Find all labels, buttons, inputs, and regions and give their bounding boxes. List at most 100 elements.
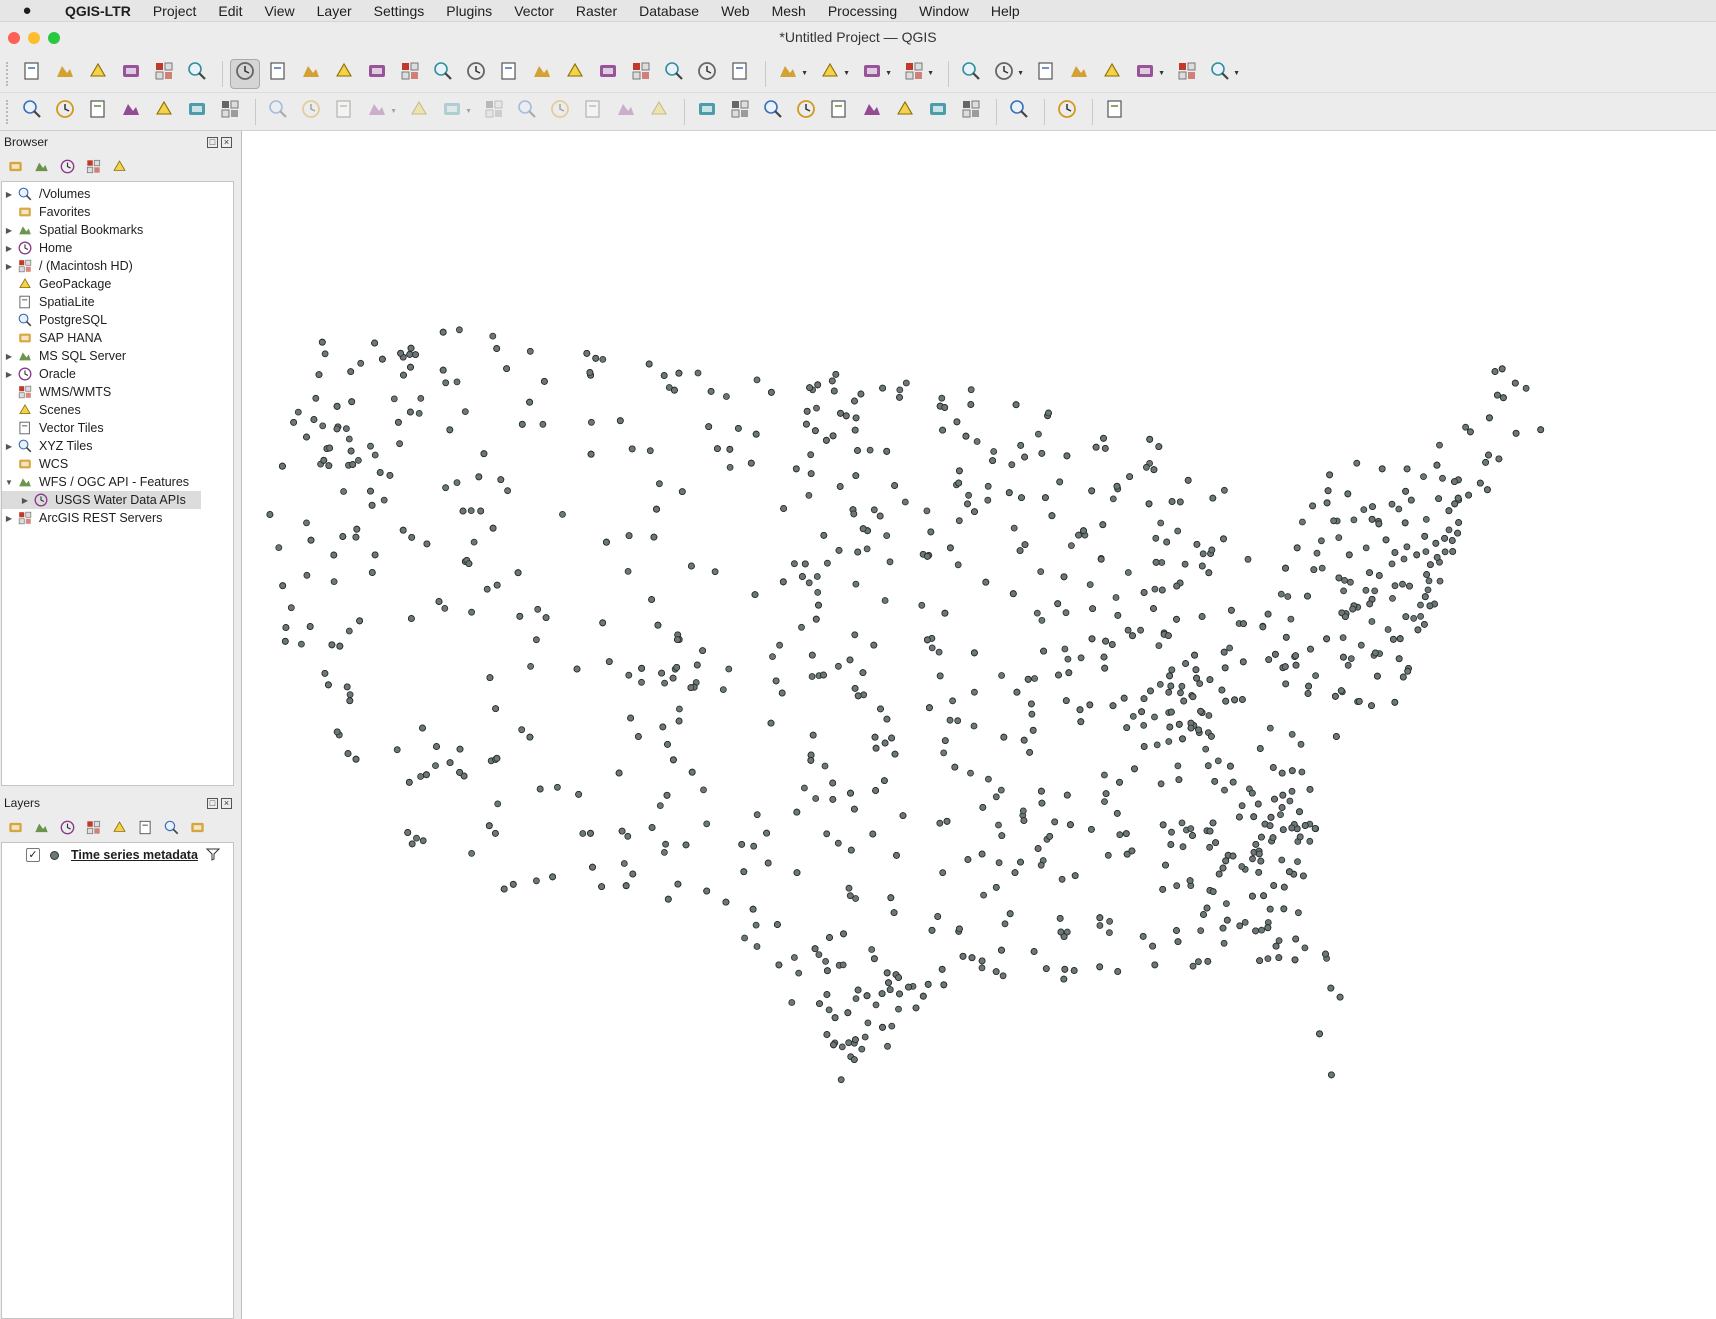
- browser-item[interactable]: Scenes: [2, 401, 233, 419]
- close-panel-icon[interactable]: ×: [221, 797, 232, 809]
- expand-arrow-icon[interactable]: ▶: [2, 370, 16, 379]
- browser-item[interactable]: SAP HANA: [2, 329, 233, 347]
- menu-window[interactable]: Window: [908, 3, 980, 19]
- add-layer-icon[interactable]: [6, 157, 24, 175]
- new-temporary-layer-button[interactable]: [149, 97, 179, 127]
- browser-item[interactable]: ▶ USGS Water Data APIs: [2, 491, 201, 509]
- dropdown-arrow-icon[interactable]: ▼: [390, 108, 397, 115]
- dropdown-arrow-icon[interactable]: ▼: [885, 70, 892, 77]
- browser-item[interactable]: ▶ /Volumes: [2, 185, 233, 203]
- zoom-last-button[interactable]: [494, 59, 524, 89]
- expand-arrow-icon[interactable]: ▶: [2, 262, 16, 271]
- browser-item[interactable]: Vector Tiles: [2, 419, 233, 437]
- current-edits-button[interactable]: [296, 97, 326, 127]
- layers-tree[interactable]: ✓ Time series metadata: [1, 842, 234, 1319]
- modify-attributes-button[interactable]: ▼: [437, 97, 472, 127]
- redo-button[interactable]: [644, 97, 674, 127]
- menu-raster[interactable]: Raster: [565, 3, 628, 19]
- expand-arrow-icon[interactable]: ▶: [2, 352, 16, 361]
- show-bookmarks-button[interactable]: [659, 59, 689, 89]
- cut-features-button[interactable]: [512, 97, 542, 127]
- zoom-in-button[interactable]: [296, 59, 326, 89]
- browser-item[interactable]: Favorites: [2, 203, 233, 221]
- menu-layer[interactable]: Layer: [306, 3, 363, 19]
- label-settings-button[interactable]: [956, 97, 986, 127]
- zoom-to-selection-button[interactable]: [395, 59, 425, 89]
- dropdown-arrow-icon[interactable]: ▼: [1017, 70, 1024, 77]
- paste-features-button[interactable]: [578, 97, 608, 127]
- browser-item[interactable]: SpatiaLite: [2, 293, 233, 311]
- move-label-button[interactable]: [824, 97, 854, 127]
- change-label-button[interactable]: [890, 97, 920, 127]
- menu-settings[interactable]: Settings: [363, 3, 436, 19]
- new-project-button[interactable]: [17, 59, 47, 89]
- pin-labels-button[interactable]: [758, 97, 788, 127]
- filter-by-expression-icon[interactable]: [110, 818, 128, 836]
- menu-help[interactable]: Help: [980, 3, 1031, 19]
- new-spatialite-layer-button[interactable]: [116, 97, 146, 127]
- pan-map-button[interactable]: [230, 58, 260, 89]
- expand-arrow-icon[interactable]: ▶: [2, 190, 16, 199]
- select-by-location-button[interactable]: ▼: [899, 59, 934, 89]
- python-console-button[interactable]: [1052, 97, 1082, 127]
- toolbar-grip[interactable]: [6, 61, 12, 86]
- diagram-tool-button[interactable]: [725, 97, 755, 127]
- layer-visibility-checkbox[interactable]: ✓: [26, 848, 40, 862]
- refresh-icon[interactable]: [32, 157, 50, 175]
- more-tools-button[interactable]: ▼: [1205, 59, 1240, 89]
- browser-item[interactable]: ▶ Home: [2, 239, 233, 257]
- new-bookmark-button[interactable]: [626, 59, 656, 89]
- new-map-view-button[interactable]: [560, 59, 590, 89]
- data-source-manager-button[interactable]: [17, 97, 47, 127]
- browser-item[interactable]: PostgreSQL: [2, 311, 233, 329]
- rotate-label-button[interactable]: [857, 97, 887, 127]
- collapse-all-icon[interactable]: [162, 818, 180, 836]
- measure-line-button[interactable]: ▼: [1130, 59, 1165, 89]
- browser-item[interactable]: WMS/WMTS: [2, 383, 233, 401]
- menu-vector[interactable]: Vector: [503, 3, 565, 19]
- browser-item[interactable]: ▶ XYZ Tiles: [2, 437, 233, 455]
- menu-web[interactable]: Web: [710, 3, 761, 19]
- expanded-arrow-icon[interactable]: ▼: [2, 478, 16, 487]
- browser-item[interactable]: ▶ Spatial Bookmarks: [2, 221, 233, 239]
- collapse-all-icon[interactable]: [84, 157, 102, 175]
- properties-icon[interactable]: [110, 157, 128, 175]
- map-tips-button[interactable]: [1172, 59, 1202, 89]
- digitize-button[interactable]: ▼: [362, 97, 397, 127]
- menu-processing[interactable]: Processing: [817, 3, 908, 19]
- save-edits-button[interactable]: [329, 97, 359, 127]
- expand-arrow-icon[interactable]: ▶: [18, 496, 32, 505]
- open-field-calculator-button[interactable]: [1097, 59, 1127, 89]
- dropdown-arrow-icon[interactable]: ▼: [1233, 70, 1240, 77]
- show-hide-labels-button[interactable]: [791, 97, 821, 127]
- zoom-next-button[interactable]: [527, 59, 557, 89]
- refresh-button[interactable]: [725, 59, 755, 89]
- toggle-editing-button[interactable]: [263, 97, 293, 127]
- menu-mesh[interactable]: Mesh: [761, 3, 817, 19]
- browser-item[interactable]: ▶ MS SQL Server: [2, 347, 233, 365]
- statistics-button[interactable]: [1064, 59, 1094, 89]
- processing-toolbox-button[interactable]: [1031, 59, 1061, 89]
- delete-selected-button[interactable]: [479, 97, 509, 127]
- menu-view[interactable]: View: [254, 3, 306, 19]
- browser-item[interactable]: ▶ Oracle: [2, 365, 233, 383]
- select-features-button[interactable]: ▼: [773, 59, 808, 89]
- save-project-button[interactable]: [83, 59, 113, 89]
- browser-item[interactable]: ▶ / (Macintosh HD): [2, 257, 233, 275]
- float-panel-icon[interactable]: □: [207, 797, 218, 809]
- deselect-all-button[interactable]: ▼: [857, 59, 892, 89]
- remove-layer-icon[interactable]: [188, 818, 206, 836]
- select-by-value-button[interactable]: ▼: [815, 59, 850, 89]
- float-panel-icon[interactable]: □: [207, 136, 218, 148]
- new-shapefile-layer-button[interactable]: [83, 97, 113, 127]
- dropdown-arrow-icon[interactable]: ▼: [843, 70, 850, 77]
- expand-arrow-icon[interactable]: ▶: [2, 514, 16, 523]
- expand-arrow-icon[interactable]: ▶: [2, 226, 16, 235]
- identify-button[interactable]: [956, 59, 986, 89]
- dropdown-arrow-icon[interactable]: ▼: [465, 108, 472, 115]
- browser-tree[interactable]: ▶ /Volumes Favorites ▶ Spatial Bookmarks ▶ Hom…: [1, 181, 234, 786]
- highlight-pinned-button[interactable]: [923, 97, 953, 127]
- menu-database[interactable]: Database: [628, 3, 710, 19]
- label-tool-button[interactable]: [692, 97, 722, 127]
- expand-arrow-icon[interactable]: ▶: [2, 442, 16, 451]
